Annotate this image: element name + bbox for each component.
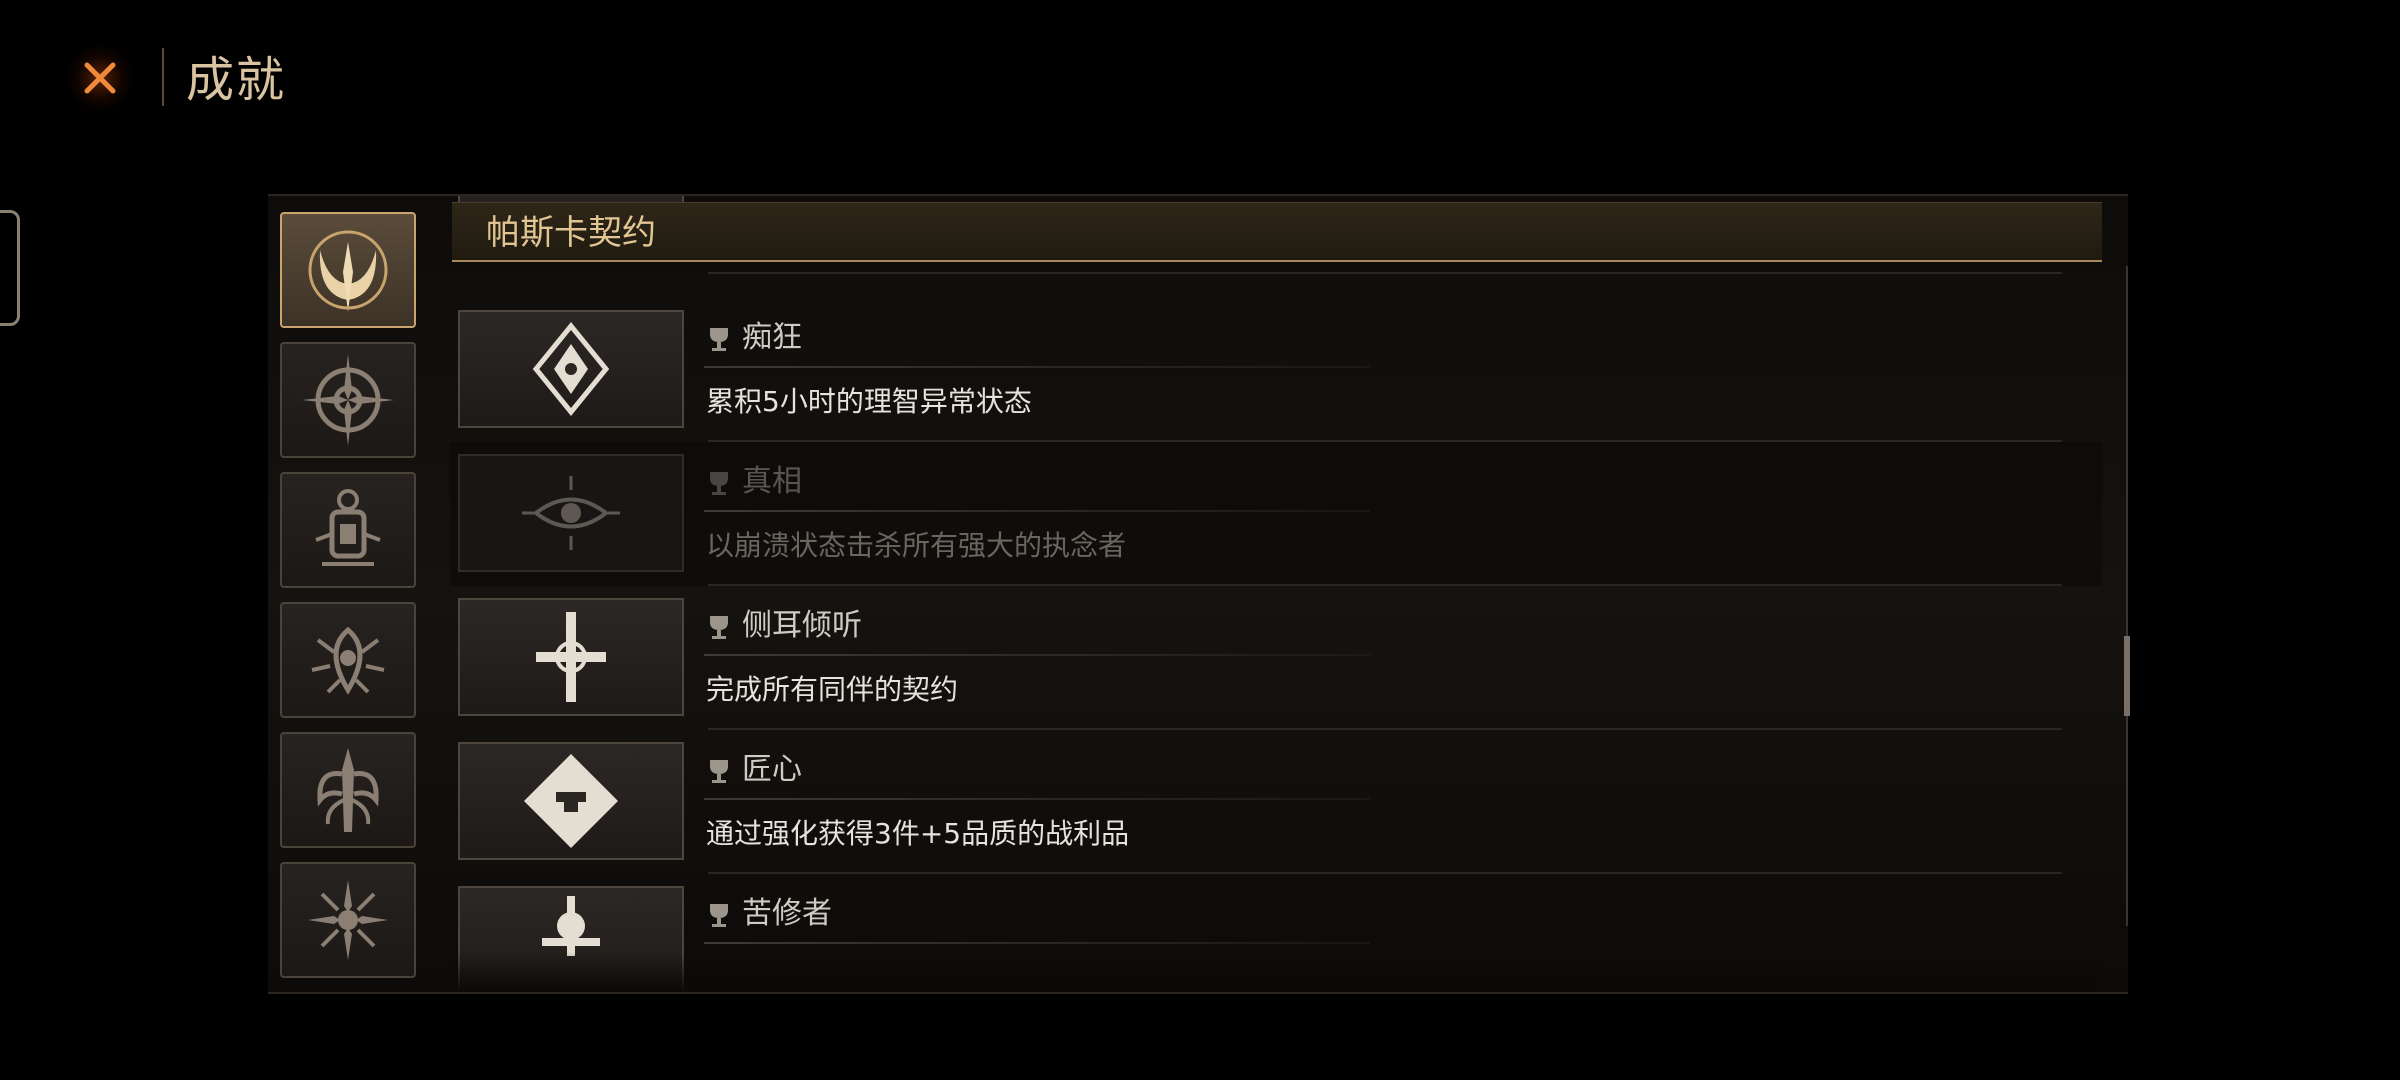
achievement-description: 以崩溃状态击杀所有强大的执念者 xyxy=(706,529,1127,562)
achievement-icon-frame xyxy=(458,454,684,572)
title-underline xyxy=(704,798,1370,800)
achievement-row[interactable]: 匠心 通过强化获得3件+5品质的战利品 xyxy=(450,730,2102,874)
achievement-title: 苦修者 xyxy=(742,896,832,931)
title-divider xyxy=(162,48,164,106)
tentacle-emblem-icon xyxy=(317,748,379,832)
nav-tab-4[interactable] xyxy=(280,602,416,718)
ornate-diamond-icon xyxy=(532,322,610,416)
title-underline xyxy=(704,366,1370,368)
nav-tab-3[interactable] xyxy=(280,472,416,588)
sun-ornament-emblem-icon xyxy=(308,880,388,960)
achievement-icon-frame xyxy=(458,310,684,428)
achievements-panel: 帕斯卡契约 痴狂 累积5小时的理智异常状态 真相 以崩溃状态击杀所有强大的执念者… xyxy=(268,194,2130,994)
row-divider xyxy=(708,272,2062,274)
achievement-title: 真相 xyxy=(742,464,802,499)
category-title: 帕斯卡契约 xyxy=(486,213,656,253)
list-bottom-fade xyxy=(450,952,2102,992)
edge-tab-handle[interactable] xyxy=(0,210,20,326)
scrollbar-track[interactable] xyxy=(2126,266,2128,926)
trophy-cup-icon xyxy=(710,760,728,783)
achievement-description: 完成所有同伴的契约 xyxy=(706,673,959,706)
category-header: 帕斯卡契约 xyxy=(452,202,2102,262)
nav-tab-6[interactable] xyxy=(280,862,416,978)
trophy-cup-icon xyxy=(710,472,728,495)
close-button[interactable] xyxy=(66,44,134,112)
page-title: 成就 xyxy=(186,52,287,108)
spiked-eye-emblem-icon xyxy=(311,626,385,695)
lantern-emblem-icon xyxy=(315,489,381,566)
achievement-title: 匠心 xyxy=(742,752,802,787)
achievement-row[interactable]: 痴狂 累积5小时的理智异常状态 xyxy=(450,298,2102,442)
compass-gear-emblem-icon xyxy=(302,354,394,446)
achievement-row[interactable]: 侧耳倾听 完成所有同伴的契约 xyxy=(450,586,2102,730)
trophy-cup-icon xyxy=(710,616,728,639)
title-underline xyxy=(704,942,1370,944)
anvil-diamond-icon xyxy=(524,754,618,848)
horned-moon-emblem-icon xyxy=(308,230,388,312)
achievement-icon-frame xyxy=(458,742,684,860)
achievement-description: 通过强化获得3件+5品质的战利品 xyxy=(706,817,1130,850)
nav-tab-1[interactable] xyxy=(280,212,416,328)
top-bar: 成就 xyxy=(0,0,2400,160)
title-underline xyxy=(704,510,1370,512)
achievement-title: 侧耳倾听 xyxy=(742,608,862,643)
close-x-icon xyxy=(84,62,116,94)
achievement-title: 痴狂 xyxy=(742,320,802,355)
achievement-list[interactable]: 帕斯卡契约 痴狂 累积5小时的理智异常状态 真相 以崩溃状态击杀所有强大的执念者… xyxy=(450,196,2102,992)
achievement-row-locked[interactable]: 真相 以崩溃状态击杀所有强大的执念者 xyxy=(450,442,2102,586)
nav-tab-5[interactable] xyxy=(280,732,416,848)
all-seeing-eye-icon xyxy=(522,476,620,550)
scrollbar-thumb[interactable] xyxy=(2124,636,2130,716)
trophy-cup-icon xyxy=(710,904,728,927)
cross-sigil-icon xyxy=(536,612,606,702)
title-underline xyxy=(704,654,1370,656)
achievement-icon-frame xyxy=(458,598,684,716)
nav-tab-2[interactable] xyxy=(280,342,416,458)
trophy-cup-icon xyxy=(710,328,728,351)
achievement-description: 累积5小时的理智异常状态 xyxy=(706,385,1032,418)
